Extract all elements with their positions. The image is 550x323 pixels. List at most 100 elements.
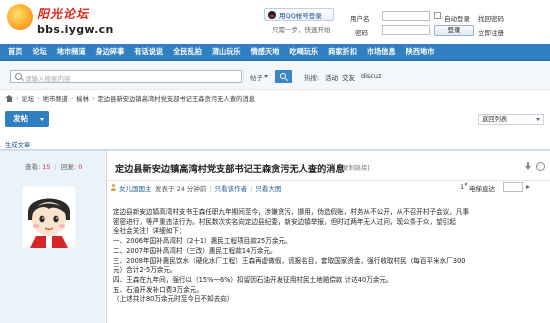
search-input[interactable]: 请输入搜索内容 [10, 70, 244, 83]
find-password-link[interactable]: 找回密码 [478, 13, 504, 23]
post-main: 定边县新安边镇高湾村党支部书记王森贪污无人查的消息 [复制链接] 女儿国国主 发… [107, 151, 550, 323]
qq-login-button[interactable]: 用QQ帐号登录 [264, 8, 334, 21]
generate-article-link[interactable]: 生成文章 [5, 140, 30, 149]
logo-url: bbs.iygw.cn [37, 23, 114, 36]
thread-stats: 查看: 15 | 回复: 0 [25, 161, 82, 171]
post-line: 四、王森在九年间，强行以（15%一6%）扣留因石油开发征用村民土地赔偿款 计达4… [113, 275, 393, 284]
avatar[interactable] [22, 186, 76, 248]
breadcrumb-current[interactable]: 定边县新安边镇高湾村党支部书记王森贪污无人查的消息 [98, 94, 255, 103]
meta-divider: | [209, 185, 212, 193]
nav-item-local[interactable]: 身边碎事 [96, 47, 125, 57]
breadcrumb: › 论坛 › 地市频道 › 榆林 › 定边县新安边镇高湾村党支部书记王森贪污无人… [5, 93, 255, 103]
nav-item-fun[interactable]: 渭山玩乐 [212, 47, 241, 57]
breadcrumb-separator: › [37, 94, 40, 102]
post-line: 五、石油开发补口费3万余元。 [113, 285, 203, 294]
post-line: 三、2008年国补惠民饮水（硬化水厂工程）王森再虚做假，谎报名目，套取国家资金，… [113, 256, 466, 265]
chevron-down-icon [536, 118, 540, 121]
view-large-link[interactable]: 只看大图 [255, 185, 281, 193]
post-line: 二、2007年国补高湾村（三改）惠民工程款14万余元。 [113, 246, 277, 255]
post-line: 全社会关注！详细如下： [113, 227, 186, 236]
views-label: 查看: [25, 163, 41, 171]
post-meta-row: 女儿国国主 发表于 24 分钟前 | 只看该作者 | 只看大图 1# 电梯直达 [107, 182, 550, 194]
search-button[interactable] [275, 70, 292, 83]
home-icon[interactable] [5, 94, 13, 102]
nav-item-home[interactable]: 首页 [8, 47, 22, 57]
register-link[interactable]: 立即注册 [478, 27, 504, 37]
meta-divider: | [250, 185, 253, 193]
floor-sup: # [464, 183, 468, 188]
qq-login-hint: 只需一步，快速开始 [272, 26, 331, 34]
replies-label: 回复: [60, 163, 77, 171]
nav-item-forum[interactable]: 论坛 [32, 47, 46, 57]
author-sidebar: 查看: 15 | 回复: 0 [0, 151, 107, 323]
post-line: 一、2006年国补高湾村（2十1）惠民工程项目款25万余元。 [113, 237, 292, 246]
replies-count: 0 [78, 163, 83, 171]
search-divider [243, 71, 244, 82]
site-logo[interactable]: 阳光论坛 bbs.iygw.cn [7, 4, 113, 38]
nav-item-photo[interactable]: 全民乱拍 [173, 47, 202, 57]
only-author-link[interactable]: 只看该作者 [215, 185, 248, 193]
return-list-label: 返回列表 [482, 116, 508, 123]
chevron-down-icon [264, 75, 268, 78]
post-line: 密密进行，等严重违法行为。村民数次实名向定边县纪委，新安边镇举报，但时过两年无人… [113, 217, 456, 226]
new-post-button[interactable]: 发帖 [5, 111, 49, 127]
breadcrumb-separator: › [16, 94, 19, 102]
post-line: （上述共计80万余元时至今日不知去向） [113, 295, 234, 304]
sun-logo-icon [7, 4, 33, 30]
password-input[interactable] [382, 25, 430, 35]
breadcrumb-item[interactable]: 榆林 [76, 94, 89, 103]
post-line: 定边县新安边镇高湾村支书王森任职九年期间至今，涉嫌贪污，挪用，伪造假账，村务从不… [113, 208, 470, 216]
breadcrumb-item[interactable]: 论坛 [22, 94, 35, 103]
auto-login-label: 自动登录 [444, 15, 470, 23]
search-icon [15, 73, 22, 80]
login-form: 用户名 自动登录 找回密码 密码 登录 立即注册 [350, 11, 546, 41]
download-icon[interactable] [523, 161, 533, 171]
new-post-label: 发帖 [13, 114, 28, 123]
post-time: 发表于 24 分钟前 [155, 185, 207, 193]
user-icon [110, 184, 117, 191]
nav-item-shaanxi[interactable]: 陕西地市 [406, 47, 435, 57]
main-nav: 首页 论坛 地市频道 身边碎事 有话说说 全民乱拍 渭山玩乐 情感天地 吃喝玩乐… [0, 44, 550, 61]
nav-item-emotion[interactable]: 情感天地 [251, 47, 280, 57]
hot-search-link[interactable]: 活动 [325, 72, 338, 82]
nav-item-city[interactable]: 地市频道 [57, 47, 86, 57]
thread-post: 查看: 15 | 回复: 0 定边县新安边镇高湾村党支部书记王森贪污无人查的消息… [0, 150, 550, 323]
nav-item-talk[interactable]: 有话说说 [134, 47, 163, 57]
login-button[interactable]: 登录 [434, 25, 474, 36]
floor-number: 1# [460, 183, 468, 191]
qq-login-label: 用QQ帐号登录 [279, 11, 322, 20]
search-placeholder: 请输入搜索内容 [25, 75, 71, 83]
nav-item-discount[interactable]: 商家折扣 [328, 47, 357, 57]
views-count: 15 [42, 163, 51, 171]
breadcrumb-item[interactable]: 地市频道 [43, 94, 68, 103]
username-label: 用户名 [350, 15, 370, 23]
arrow-right-icon[interactable] [526, 185, 530, 189]
jump-label: 电梯直达 [469, 185, 495, 193]
search-bar: 请输入搜索内容 帖子 热搜: 活动 交友 discuz [0, 62, 550, 90]
username-input[interactable] [382, 11, 430, 21]
nav-item-market[interactable]: 市场信息 [367, 47, 396, 57]
nav-item-food[interactable]: 吃喝玩乐 [289, 47, 318, 57]
stats-divider: | [54, 163, 57, 171]
password-label: 密码 [355, 29, 368, 37]
search-scope-select[interactable]: 帖子 [250, 72, 263, 82]
circle-icon[interactable] [535, 161, 545, 171]
logo-title: 阳光论坛 [37, 7, 90, 21]
copy-link-button[interactable]: [复制链接] [340, 163, 370, 172]
hot-search-link[interactable]: discuz [361, 72, 381, 80]
hot-search-label: 热搜: [304, 74, 320, 82]
post-line: 元）合计2-5万余元。 [113, 266, 177, 275]
return-list-button[interactable]: 返回列表 [478, 114, 544, 125]
post-meta: 发表于 24 分钟前 | 只看该作者 | 只看大图 [155, 183, 281, 193]
post-body: 定边县新安边镇高湾村支书王森任职九年期间至今，涉嫌贪污，挪用，伪造假账，村务从不… [113, 208, 543, 305]
hot-search-link[interactable]: 交友 [342, 72, 355, 82]
auto-login-checkbox[interactable] [434, 12, 441, 19]
thread-title: 定边县新安边镇高湾村党支部书记王森贪污无人查的消息 [115, 164, 345, 175]
breadcrumb-separator: › [70, 94, 74, 102]
site-header: 阳光论坛 bbs.iygw.cn 用QQ帐号登录 只需一步，快速开始 用户名 自… [0, 0, 550, 42]
chevron-down-icon [40, 118, 44, 121]
author-name[interactable]: 女儿国国主 [119, 183, 152, 193]
magnifier-icon [280, 73, 286, 79]
floor-jump-input[interactable] [503, 182, 523, 192]
qq-icon [268, 10, 276, 19]
